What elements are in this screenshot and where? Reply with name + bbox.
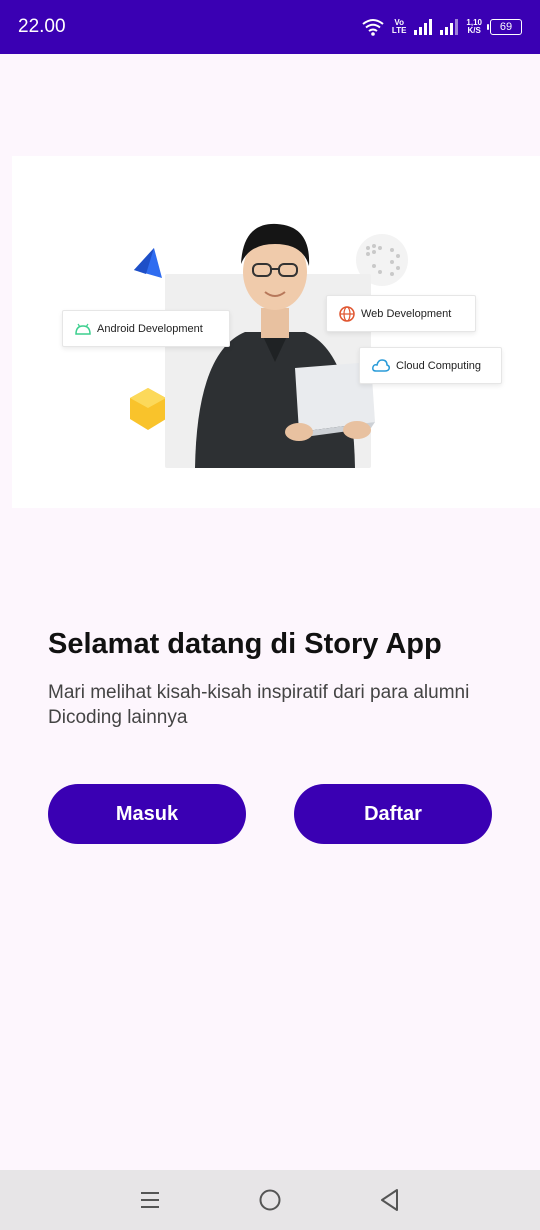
nav-menu-button[interactable]	[130, 1180, 170, 1220]
speed-unit: K/S	[467, 26, 481, 35]
status-time: 22.00	[18, 16, 66, 37]
volte-indicator: Vo LTE	[392, 19, 407, 35]
welcome-title: Selamat datang di Story App	[48, 628, 442, 660]
menu-icon	[141, 1192, 159, 1208]
status-icons: Vo LTE 1,10 K/S 69	[362, 18, 522, 36]
nav-back-button[interactable]	[370, 1180, 410, 1220]
battery-icon: 69	[487, 19, 522, 35]
wifi-icon	[362, 19, 384, 36]
android-icon	[75, 323, 91, 335]
status-bar: 22.00 Vo LTE 1,10 K/S 69	[0, 0, 540, 54]
system-nav-bar	[0, 1170, 540, 1230]
battery-level: 69	[499, 21, 513, 33]
home-circle-icon	[259, 1189, 281, 1211]
tag-android-label: Android Development	[97, 322, 203, 335]
yellow-cube-icon	[130, 388, 166, 430]
back-triangle-icon	[381, 1189, 398, 1211]
tag-web-development: Web Development	[326, 295, 476, 332]
cloud-icon	[372, 359, 390, 372]
hero-illustration: Android Development Web Development Clou…	[12, 156, 540, 508]
tag-cloud-computing: Cloud Computing	[359, 347, 502, 384]
tag-android-development: Android Development	[62, 310, 230, 347]
blue-shape-icon	[134, 248, 162, 278]
volte-bottom: LTE	[391, 26, 407, 35]
login-button[interactable]: Masuk	[48, 784, 246, 844]
tag-web-label: Web Development	[361, 307, 452, 320]
tag-cloud-label: Cloud Computing	[396, 359, 481, 372]
welcome-subtitle: Mari melihat kisah-kisah inspiratif dari…	[48, 682, 470, 728]
nav-home-button[interactable]	[250, 1180, 290, 1220]
signal-icon	[414, 19, 433, 35]
network-speed: 1,10 K/S	[466, 19, 482, 35]
web-globe-icon	[339, 305, 355, 322]
signal-icon-2	[440, 19, 459, 35]
register-button[interactable]: Daftar	[294, 784, 492, 844]
